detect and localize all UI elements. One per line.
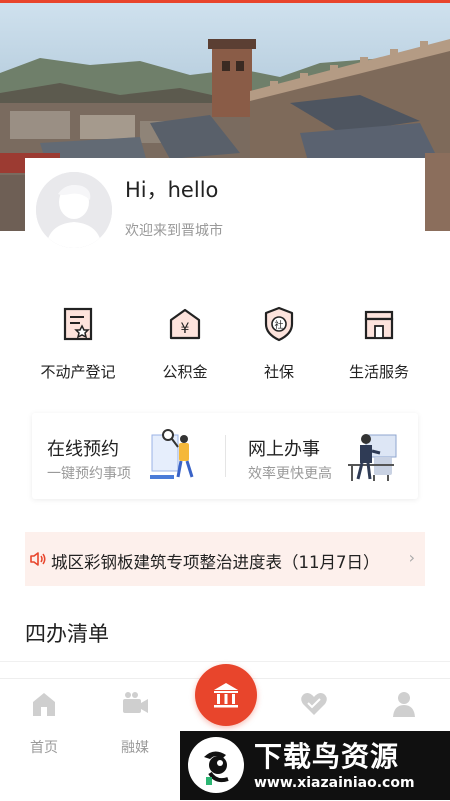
tab-profile[interactable] bbox=[374, 689, 434, 723]
appointment-illustration-icon bbox=[150, 429, 194, 479]
default-avatar-icon bbox=[36, 172, 112, 248]
service-property-registration[interactable]: 不动产登记 bbox=[28, 300, 128, 381]
social-security-icon: 社 bbox=[264, 306, 294, 342]
online-service-illustration-icon bbox=[348, 434, 397, 481]
welcome-text: 欢迎来到晋城市 bbox=[125, 223, 223, 239]
service-label: 不动产登记 bbox=[40, 363, 116, 381]
home-icon bbox=[33, 693, 55, 716]
user-icon bbox=[393, 692, 415, 717]
property-registration-icon bbox=[63, 307, 93, 341]
watermark-logo bbox=[188, 737, 244, 793]
video-camera-icon bbox=[123, 692, 148, 713]
notice-bar[interactable]: 城区彩钢板建筑专项整治进度表（11月7日） › bbox=[25, 532, 425, 586]
center-government-button[interactable] bbox=[195, 664, 257, 726]
heart-icon bbox=[301, 693, 327, 715]
svg-text:社: 社 bbox=[274, 319, 283, 331]
service-label: 公积金 bbox=[162, 363, 208, 381]
tab-label: 融媒 bbox=[121, 740, 149, 756]
online-appointment-title: 在线预约 bbox=[47, 439, 119, 460]
section-title: 四办清单 bbox=[25, 622, 109, 646]
tab-media[interactable]: 融媒 bbox=[105, 689, 165, 757]
government-building-icon bbox=[214, 683, 238, 708]
service-label: 社保 bbox=[263, 363, 294, 381]
tab-label: 首页 bbox=[30, 740, 58, 756]
housing-fund-icon: ¥ bbox=[169, 308, 201, 340]
card-divider bbox=[225, 435, 226, 477]
online-service-title: 网上办事 bbox=[248, 439, 320, 460]
profile-card[interactable]: Hi，hello 欢迎来到晋城市 bbox=[25, 158, 425, 258]
life-service-icon bbox=[364, 310, 394, 340]
greeting-text: Hi，hello bbox=[125, 178, 219, 202]
chevron-right-icon: › bbox=[408, 548, 415, 567]
speaker-icon bbox=[30, 552, 46, 566]
service-label: 生活服务 bbox=[348, 363, 409, 381]
svg-text:¥: ¥ bbox=[181, 321, 190, 337]
online-appointment-subtitle: 一键预约事项 bbox=[47, 466, 131, 482]
service-grid: 不动产登记 ¥ 公积金 社 社保 生活服务 bbox=[0, 300, 450, 390]
avatar[interactable] bbox=[36, 172, 112, 248]
watermark-title: 下载鸟资源 bbox=[254, 740, 400, 773]
tab-favorites[interactable] bbox=[284, 689, 344, 723]
service-social-security[interactable]: 社 社保 bbox=[229, 300, 329, 381]
online-service-subtitle: 效率更快更高 bbox=[248, 466, 332, 482]
service-housing-fund[interactable]: ¥ 公积金 bbox=[135, 300, 235, 381]
service-life-service[interactable]: 生活服务 bbox=[329, 300, 429, 381]
quick-action-card: 在线预约 一键预约事项 网上办事 效率更快更高 bbox=[32, 413, 418, 499]
notice-text: 城区彩钢板建筑专项整治进度表（11月7日） bbox=[51, 553, 380, 572]
section-divider bbox=[0, 661, 450, 662]
tab-home[interactable]: 首页 bbox=[14, 689, 74, 757]
watermark-banner: 下载鸟资源 www.xiazainiao.com bbox=[180, 731, 450, 800]
bird-logo-icon bbox=[189, 738, 243, 792]
watermark-url: www.xiazainiao.com bbox=[254, 775, 415, 791]
